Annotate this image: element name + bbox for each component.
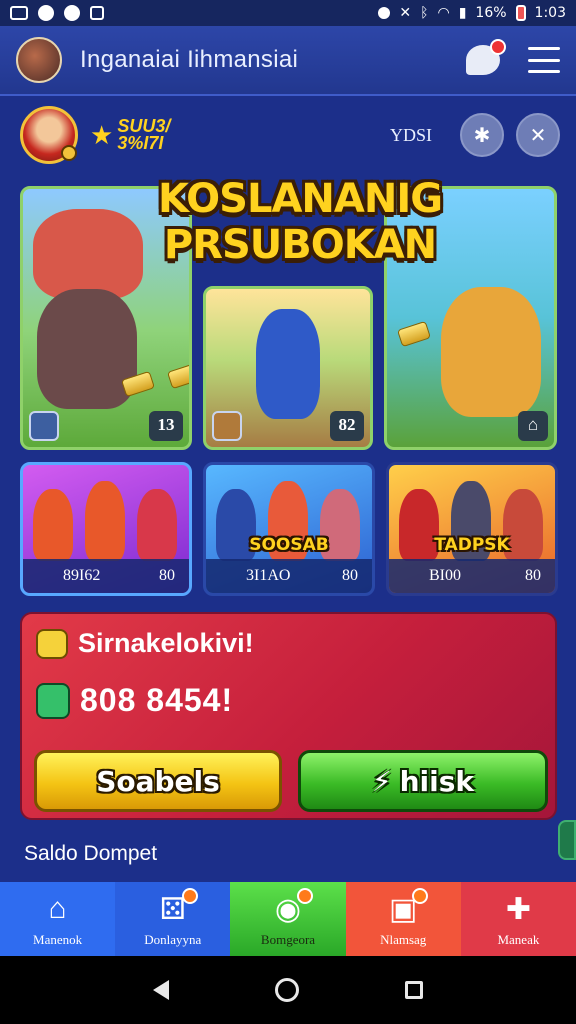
character-figure	[137, 489, 177, 561]
event-cards: 89I62 80 SOOSAB 3I1AO 80 TADPSK BI00 80	[20, 462, 558, 596]
play-button[interactable]: ⚡ hiisk	[298, 750, 548, 812]
system-navigation	[0, 956, 576, 1024]
banner-panel-center[interactable]: 82	[203, 286, 373, 450]
character-figure	[33, 489, 73, 561]
home-circle-icon[interactable]	[275, 978, 299, 1002]
home-icon: ⌂	[48, 892, 67, 925]
map-icon	[29, 411, 59, 441]
wifi-icon: ◠	[437, 5, 450, 21]
fox-character	[441, 287, 541, 417]
claim-button[interactable]: Soabels	[34, 750, 282, 812]
mute-icon: ✕	[399, 5, 412, 21]
warrior-character	[37, 289, 137, 409]
back-icon[interactable]	[153, 980, 169, 1000]
nav-label: Bomgeora	[260, 932, 316, 947]
clock: 1:03	[534, 5, 566, 21]
box-icon	[212, 411, 242, 441]
card-footer: 3I1AO 80	[206, 559, 372, 593]
reward-panel: Sirnakelokivi! 808 8454! Soabels ⚡ hiisk	[20, 612, 557, 820]
player-avatar[interactable]	[20, 106, 78, 164]
wallet-label: Saldo Dompet	[24, 842, 158, 865]
bolt-icon: ⚡	[371, 764, 392, 798]
notification-dot	[297, 888, 314, 904]
card-count: 80	[342, 567, 358, 584]
reward-amount: 808 8454!	[80, 682, 234, 718]
tools-icon[interactable]: ✕	[516, 113, 560, 157]
bottom-navigation: ⌂ Manenok ⚄ Donlayyna ◉ Bomgeora ▣ Nlams…	[0, 882, 576, 956]
claim-button-label: Soabels	[96, 764, 220, 798]
nav-messages[interactable]: ▣ Nlamsag	[345, 882, 461, 956]
hamburger-menu-icon[interactable]	[528, 47, 560, 73]
nav-label: Donlayyna	[144, 932, 202, 947]
level-badge	[61, 145, 77, 161]
gold-bar-icon	[396, 320, 432, 348]
screenshot-icon	[10, 6, 28, 20]
star-icon: ★	[90, 119, 114, 150]
card-footer: 89I62 80	[23, 559, 189, 593]
battery-percent: 16%	[475, 5, 507, 21]
event-card[interactable]: 89I62 80	[20, 462, 192, 596]
banner-count: 13	[149, 411, 183, 441]
banner-count: 82	[330, 411, 364, 441]
calendar-icon	[90, 6, 104, 20]
chat-notification-badge	[490, 39, 506, 55]
character-figure	[85, 481, 125, 561]
nav-label: Nlamsag	[380, 932, 427, 947]
profile-row: ★ SUU3/ 3%I7I YDSI ✱ ✕	[20, 104, 560, 166]
nav-games[interactable]: ⚄ Donlayyna	[115, 882, 231, 956]
play-button-label: hiisk	[399, 764, 475, 798]
nav-center[interactable]: ◉ Bomgeora	[230, 882, 346, 956]
event-card[interactable]: TADPSK BI00 80	[386, 462, 558, 596]
gem-icon	[36, 682, 70, 719]
nav-more[interactable]: ✚ Maneak	[460, 882, 576, 956]
card-value: BI00	[429, 567, 461, 584]
signal-icon: ▮	[458, 5, 467, 21]
nav-label: Manenok	[33, 932, 83, 947]
profile-label: YDSI	[389, 124, 432, 145]
app-notification-icon	[64, 5, 80, 21]
notification-dot	[412, 888, 429, 904]
card-tag: TADPSK	[434, 535, 510, 555]
gold-bar-icon	[166, 362, 189, 390]
card-value: 3I1AO	[246, 567, 291, 584]
side-drawer-handle[interactable]	[558, 820, 576, 860]
coin-icon	[36, 628, 68, 659]
player-name: SUU3/ 3%I7I	[117, 116, 171, 153]
app-header: Inganaiai Iihmansiai	[0, 26, 576, 96]
card-value: 89I62	[63, 567, 101, 584]
bluetooth-icon: ᛒ	[420, 5, 429, 21]
card-count: 80	[525, 567, 541, 584]
app-title: Inganaiai Iihmansiai	[80, 46, 299, 73]
reward-title-row: Sirnakelokivi!	[36, 628, 254, 659]
event-card[interactable]: SOOSAB 3I1AO 80	[203, 462, 375, 596]
battery-icon	[515, 5, 526, 21]
puzzle-icon: ✚	[505, 892, 531, 926]
sync-icon	[378, 7, 391, 19]
home-badge-icon: ⌂	[518, 411, 548, 441]
nav-home[interactable]: ⌂ Manenok	[0, 882, 116, 956]
banner-title: KOSLANANIG PRSUBOKAN	[157, 176, 443, 268]
status-bar: ✕ ᛒ ◠ ▮ 16% 1:03	[0, 0, 576, 26]
card-footer: BI00 80	[389, 559, 555, 593]
settings-gear-icon[interactable]: ✱	[460, 113, 504, 157]
reward-amount-row: 808 8454!	[36, 682, 233, 719]
explorer-character	[256, 309, 320, 419]
avatar[interactable]	[16, 37, 62, 83]
featured-banner[interactable]: 13 82 ⌂ KOSLANANIG PRSUBOKAN	[20, 176, 557, 450]
nav-label: Maneak	[497, 932, 540, 947]
notification-icon	[38, 5, 54, 21]
notification-dot	[182, 888, 199, 904]
reward-title: Sirnakelokivi!	[78, 628, 254, 658]
chat-button[interactable]	[466, 39, 506, 75]
card-tag: SOOSAB	[249, 535, 329, 555]
card-count: 80	[159, 567, 175, 584]
recents-icon[interactable]	[405, 981, 423, 999]
